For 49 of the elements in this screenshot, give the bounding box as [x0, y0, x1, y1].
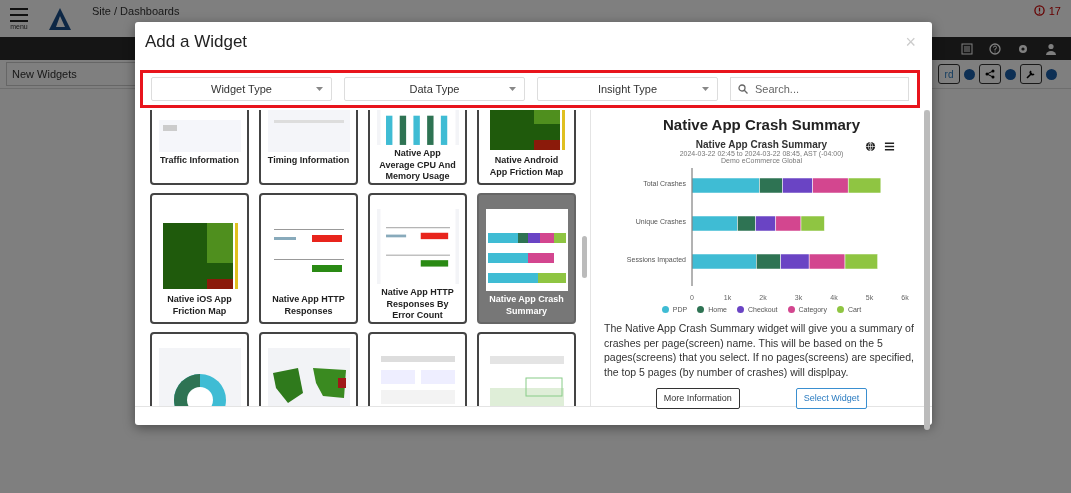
widget-card[interactable]: Native Android App Friction Map [477, 110, 576, 185]
settings-icon [1017, 42, 1029, 55]
widget-card[interactable]: Native App Crash Summary [477, 193, 576, 324]
widget-card[interactable]: Traffic Information [150, 110, 249, 185]
widget-card[interactable]: Native App HTTP Responses [259, 193, 358, 324]
filter-select[interactable]: Insight Type [537, 77, 718, 101]
widget-card[interactable]: Native App Average CPU And Memory Usage [368, 110, 467, 185]
widget-description: The Native App Crash Summary widget will give you a summary of crashes per page(screen) name. This will be based on the 5 pages(screens) that you select. If no pages(screens) are specified, the top 5 pages (by number of crashes) will displpay. [604, 321, 915, 380]
caret-icon [509, 87, 516, 91]
logo-icon [48, 6, 72, 31]
more-information-button[interactable]: More Information [655, 387, 740, 409]
filter-select[interactable]: Data Type [344, 77, 525, 101]
bar-segment [800, 215, 825, 232]
list-icon [961, 42, 973, 55]
widget-title: Native App Crash Summary [663, 116, 860, 133]
breadcrumb: Site / Dashboards [92, 4, 180, 17]
user-icon [1045, 42, 1057, 55]
widget-card[interactable]: Native iOS App Friction Map [150, 193, 249, 324]
search-icon [738, 84, 748, 94]
bar-segment [811, 177, 848, 194]
share-icon [985, 69, 995, 79]
globe-icon [864, 141, 876, 152]
caret-icon [316, 87, 323, 91]
chart-title: Native App Crash Summary [695, 139, 828, 150]
scrollbar-thumb[interactable] [582, 236, 587, 278]
info-icon [1005, 68, 1016, 80]
alert-icon [1033, 5, 1045, 16]
bar-segment [847, 177, 881, 194]
scrollbar-thumb[interactable] [924, 110, 930, 430]
search-field[interactable]: Search... [730, 77, 909, 101]
dialog-title: Add a Widget [145, 32, 248, 52]
bar-segment [808, 253, 845, 270]
widget-card[interactable]: Timing Information [259, 110, 358, 185]
filter-select[interactable]: Widget Type [151, 77, 332, 101]
caret-icon [702, 87, 709, 91]
select-widget-button[interactable]: Select Widget [795, 387, 868, 409]
help-icon [989, 42, 1001, 55]
wrench-button[interactable] [1020, 64, 1042, 84]
wrench-icon [1026, 69, 1036, 79]
info-icon [964, 68, 975, 80]
bar-segment [775, 215, 801, 232]
bar-segment [754, 215, 776, 232]
widget-card[interactable]: Native App HTTP Responses By Error Count [368, 193, 467, 324]
bar-segment [780, 253, 809, 270]
share-button[interactable] [979, 64, 1001, 84]
bar-segment [781, 177, 813, 194]
info-icon [1046, 68, 1057, 80]
menu-icon [883, 141, 895, 152]
bar-segment [844, 253, 878, 270]
